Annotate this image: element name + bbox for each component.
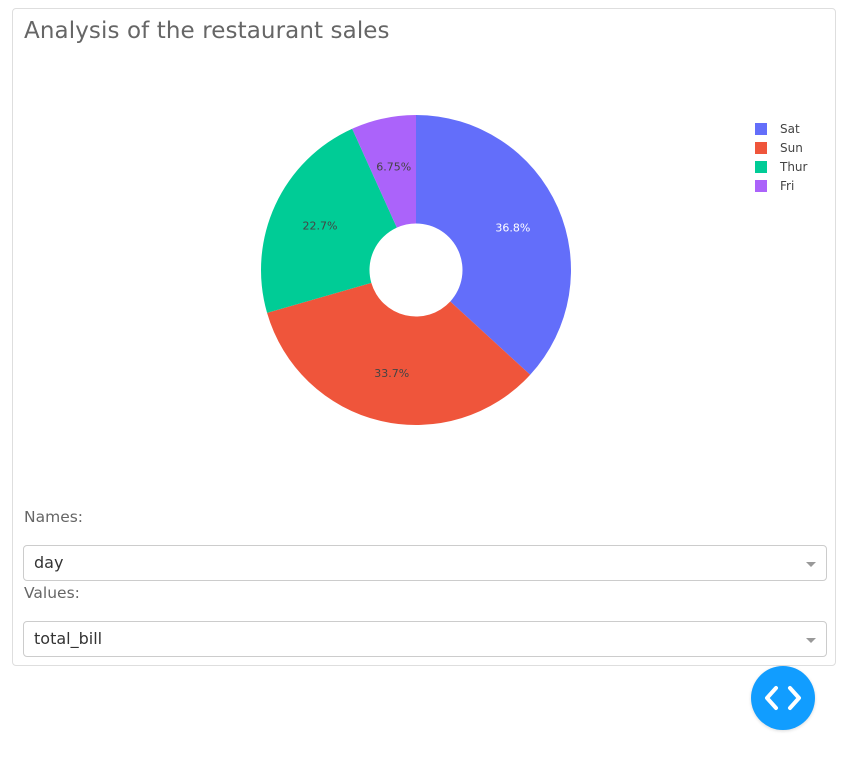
legend-swatch [755, 180, 767, 192]
slice-label-thur: 22.7% [303, 220, 338, 233]
values-select[interactable]: total_bill [23, 621, 827, 657]
values-select-value: total_bill [34, 629, 103, 648]
values-label: Values: [24, 584, 80, 602]
chart-legend[interactable]: Sat Sun Thur Fri [755, 122, 808, 193]
legend-label: Sat [780, 122, 800, 136]
legend-swatch [755, 142, 767, 154]
names-select-value: day [34, 553, 64, 572]
legend-item-sat[interactable]: Sat [755, 122, 800, 136]
legend-item-thur[interactable]: Thur [755, 160, 808, 174]
slice-label-fri: 6.75% [376, 161, 411, 174]
legend-swatch [755, 161, 767, 173]
names-label: Names: [24, 508, 84, 526]
sales-analysis-card: Analysis of the restaurant sales 36.8% 33… [12, 8, 836, 666]
legend-swatch [755, 123, 767, 135]
slice-label-sat: 36.8% [495, 221, 530, 234]
chevron-down-icon [806, 638, 816, 643]
code-brackets-icon [765, 686, 801, 710]
pie-slices [261, 115, 571, 425]
names-select[interactable]: day [23, 545, 827, 581]
slice-label-sun: 33.7% [374, 367, 409, 380]
legend-label: Thur [779, 160, 808, 174]
legend-label: Sun [780, 141, 803, 155]
sales-pie-chart: 36.8% 33.7% 22.7% 6.75% Sat Sun Thur Fri [261, 115, 808, 425]
legend-item-sun[interactable]: Sun [755, 141, 803, 155]
legend-item-fri[interactable]: Fri [755, 179, 794, 193]
legend-label: Fri [780, 179, 794, 193]
chevron-down-icon [806, 562, 816, 567]
code-view-button[interactable] [751, 666, 815, 730]
